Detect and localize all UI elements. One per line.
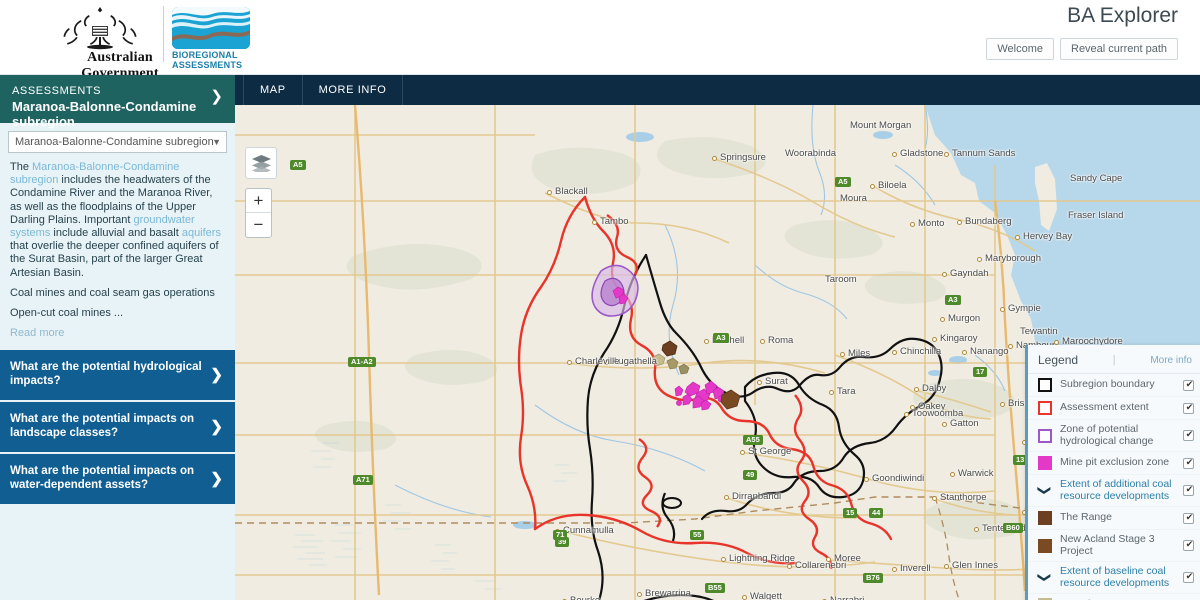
description-paragraph: The Maranoa-Balonne-Condamine subregion … [10, 161, 225, 280]
legend-item-checkbox[interactable] [1183, 428, 1195, 441]
subregion-description: The Maranoa-Balonne-Condamine subregion … [0, 153, 235, 340]
chevron-right-icon: ❯ [210, 418, 223, 436]
bioregional-assessments-logo [172, 7, 250, 49]
chevron-down-icon: ▼ [212, 137, 221, 147]
reveal-current-path-button[interactable]: Reveal current path [1060, 38, 1178, 60]
legend-item-checkbox[interactable] [1183, 401, 1195, 414]
legend-title: Legend [1038, 353, 1079, 367]
zoom-in-button[interactable]: + [246, 189, 271, 213]
legend-swatch [1038, 538, 1052, 553]
chevron-down-icon[interactable]: ❯ [1038, 571, 1053, 585]
ba-explorer-app: Australian Government BIOREGIONAL ASSESS… [0, 0, 1200, 600]
subregion-select-value: Maranoa-Balonne-Condamine subregion [15, 136, 214, 148]
assessments-header[interactable]: ASSESSMENTS Maranoa-Balonne-Condamine su… [0, 75, 235, 129]
question-label: What are the potential hydrological impa… [10, 361, 202, 387]
bioregional-assessments-wordmark: BIOREGIONAL ASSESSMENTS [172, 50, 262, 70]
description-open-cut: Open-cut coal mines ... [10, 307, 124, 320]
question-water-dependent-assets[interactable]: What are the potential impacts on water-… [0, 454, 235, 507]
legend-item-label: Mine pit exclusion zone [1060, 456, 1170, 469]
zoom-out-button[interactable]: − [246, 213, 271, 237]
legend-item-row[interactable]: Cameby Downs [1028, 594, 1200, 600]
legend-item-checkbox[interactable] [1183, 378, 1195, 391]
legend-swatch [1038, 428, 1052, 443]
legend-item-row[interactable]: Mine pit exclusion zone [1028, 452, 1200, 475]
map-area: MAP MORE INFO Springsure Woorabinda Moun… [235, 75, 1200, 600]
legend-item-list: Subregion boundary Assessment extent Zone … [1028, 374, 1200, 600]
legend-group-row[interactable]: ❯ Extent of additional coal resource deve… [1028, 475, 1200, 507]
legend-header: Legend | More info [1028, 345, 1200, 374]
legend-item-label: New Acland Stage 3 Project [1060, 533, 1155, 557]
chevron-down-icon[interactable]: ❯ [1038, 484, 1053, 498]
chevron-right-icon: ❯ [210, 366, 223, 384]
map-tab-bar: MAP MORE INFO [235, 75, 1200, 105]
legend-item-row[interactable]: Zone of potential hydrological change [1028, 420, 1200, 452]
description-coal-mines: Coal mines and coal seam gas operations [10, 286, 215, 299]
question-hydrological-impacts[interactable]: What are the potential hydrological impa… [0, 350, 235, 403]
tab-map[interactable]: MAP [243, 75, 303, 105]
layers-icon [251, 154, 271, 172]
read-more-link[interactable]: Read more [10, 327, 225, 340]
legend-divider: | [1112, 354, 1116, 366]
welcome-button[interactable]: Welcome [986, 38, 1054, 60]
tab-more-info[interactable]: MORE INFO [303, 75, 404, 105]
header-buttons: Welcome Reveal current path [986, 38, 1178, 60]
legend-item-row[interactable]: New Acland Stage 3 Project [1028, 530, 1200, 562]
question-list: What are the potential hydrological impa… [0, 350, 235, 507]
legend-item-row[interactable]: The Range [1028, 507, 1200, 530]
legend-swatch [1038, 401, 1052, 415]
legend-swatch [1038, 378, 1052, 392]
page-header: Australian Government BIOREGIONAL ASSESS… [0, 0, 1200, 81]
header-divider [163, 6, 164, 62]
legend-item-checkbox[interactable] [1183, 483, 1195, 496]
desc-part3: include alluvial and basalt [50, 227, 182, 240]
sidebar: ASSESSMENTS Maranoa-Balonne-Condamine su… [0, 75, 235, 600]
chevron-down-icon[interactable]: ❯ [210, 89, 223, 104]
legend-panel: Legend | More info Subregion boundary Ass… [1025, 345, 1200, 600]
aquifers-link[interactable]: aquifers [182, 227, 221, 239]
chevron-right-icon: ❯ [210, 470, 223, 488]
water-waves-icon [172, 7, 250, 49]
legend-item-label: Assessment extent [1060, 401, 1149, 414]
desc-part4: that overlie the deeper confined aquifer… [10, 240, 219, 279]
ba-logo-line2: ASSESSMENTS [172, 60, 243, 70]
legend-item-label: Zone of potential hydrological change [1060, 423, 1154, 447]
legend-swatch [1038, 456, 1052, 470]
ba-logo-line1: BIOREGIONAL [172, 50, 238, 60]
legend-item-label: The Range [1060, 511, 1112, 524]
assessments-subregion-title: Maranoa-Balonne-Condamine subregion [12, 99, 197, 129]
question-label: What are the potential impacts on landsc… [10, 413, 195, 439]
legend-item-label: Extent of baseline coal resource develop… [1060, 565, 1170, 589]
coat-of-arms-icon [63, 7, 137, 50]
assessments-kicker: ASSESSMENTS [12, 85, 102, 97]
legend-item-row[interactable]: Subregion boundary [1028, 374, 1200, 397]
question-label: What are the potential impacts on water-… [10, 465, 195, 491]
question-landscape-classes[interactable]: What are the potential impacts on landsc… [0, 402, 235, 455]
legend-item-label: Subregion boundary [1060, 378, 1155, 391]
legend-item-label: Extent of additional coal resource devel… [1060, 478, 1172, 502]
legend-item-checkbox[interactable] [1183, 570, 1195, 583]
subregion-select[interactable]: Maranoa-Balonne-Condamine subregion ▼ [8, 131, 227, 153]
map-layers-button[interactable] [245, 147, 277, 179]
legend-swatch [1038, 511, 1052, 525]
legend-group-row[interactable]: ❯ Extent of baseline coal resource develo… [1028, 562, 1200, 594]
legend-item-row[interactable]: Assessment extent [1028, 397, 1200, 420]
legend-item-checkbox[interactable] [1183, 511, 1195, 524]
map-zoom-controls: + − [245, 188, 272, 238]
australian-government-crest: Australian Government [40, 6, 160, 81]
legend-more-info-link[interactable]: More info [1150, 355, 1192, 366]
legend-item-checkbox[interactable] [1183, 456, 1195, 469]
legend-item-checkbox[interactable] [1183, 538, 1195, 551]
page-title: BA Explorer [1067, 4, 1178, 27]
desc-lead: The [10, 161, 33, 173]
